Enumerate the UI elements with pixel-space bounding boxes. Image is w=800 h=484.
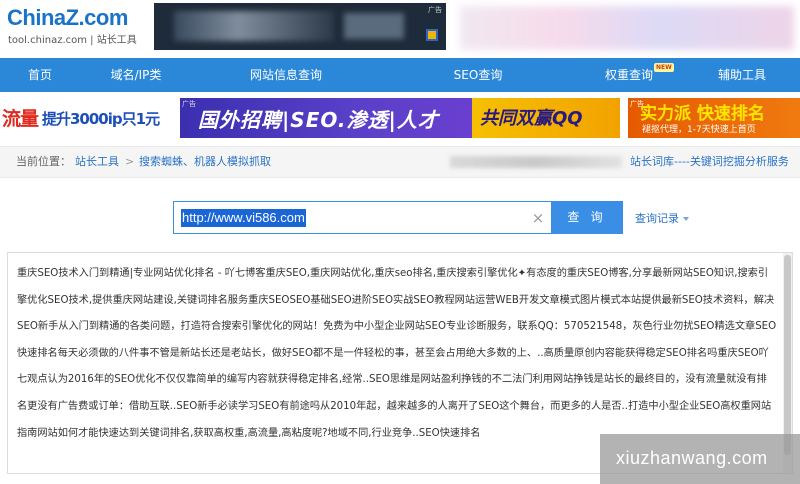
banner-left-rest: 提升3000ip只1元 — [42, 110, 160, 128]
nav-item-site-info[interactable]: 网站信息查询 — [246, 58, 326, 92]
keyword-service-link[interactable]: 站长词库----关键词挖掘分析服务 — [630, 147, 789, 177]
ranking-ad-banner[interactable]: 广告 实力派 快速排名 褪抠代理，1-7天快速上首页 — [628, 98, 800, 138]
search-input[interactable]: http://www.vi586.com — [181, 209, 306, 227]
breadcrumb-home-link[interactable]: 站长工具 — [75, 147, 119, 177]
site-header: ChinaZ.com tool.chinaz.com | 站长工具 广告 — [0, 0, 800, 56]
breadcrumb-separator: > — [125, 155, 135, 168]
ad-blurred-content — [174, 11, 334, 41]
ad-tag: 广告 — [428, 6, 442, 14]
nav-item-home[interactable]: 首页 — [22, 58, 58, 92]
top-right-blurred-ad[interactable] — [460, 6, 794, 50]
breadcrumb: 当前位置： 站长工具 > 搜索蜘蛛、机器人模拟抓取 站长词库----关键词挖掘分… — [0, 146, 800, 178]
watermark: xiuzhanwang.com — [600, 434, 800, 484]
scrollbar-thumb[interactable] — [784, 255, 791, 455]
logo-subtitle: tool.chinaz.com | 站长工具 — [8, 35, 137, 46]
new-badge: NEW — [654, 63, 674, 72]
cube-icon — [426, 29, 438, 41]
query-history-dropdown[interactable]: 查询记录 — [635, 210, 689, 226]
banner-right-main: 实力派 快速排名 — [640, 104, 765, 124]
banner-mid-text: 国外招聘|SEO.渗透|人才 — [198, 108, 439, 132]
ad-blurred-content — [344, 13, 404, 39]
watermark-text: xiuzhanwang.com — [616, 448, 768, 468]
banner-right-sub: 褪抠代理，1-7天快速上首页 — [642, 125, 756, 135]
chinaz-logo[interactable]: ChinaZ.com tool.chinaz.com | 站长工具 — [7, 5, 147, 47]
banner-mid-highlight: 共同双赢QQ — [480, 108, 583, 129]
nav-item-domain-ip[interactable]: 域名/IP类 — [104, 58, 168, 92]
banner-left-big: 流量 — [2, 108, 39, 130]
blurred-text — [450, 156, 622, 168]
breadcrumb-label: 当前位置： — [16, 155, 71, 168]
top-ad-banner[interactable]: 广告 — [154, 3, 446, 50]
nav-item-weight[interactable]: 权重查询 — [601, 58, 657, 92]
ad-tag: 广告 — [182, 100, 196, 108]
breadcrumb-current[interactable]: 搜索蜘蛛、机器人模拟抓取 — [139, 147, 271, 177]
crawl-result-text: 重庆SEO技术入门到精通|专业网站优化排名 - 吖七博客重庆SEO,重庆网站优化… — [17, 268, 777, 439]
nav-item-tools[interactable]: 辅助工具 — [714, 58, 770, 92]
traffic-ad-banner[interactable]: 流量 提升3000ip只1元 — [0, 100, 174, 136]
recruit-ad-banner[interactable]: 广告 国外招聘|SEO.渗透|人才 共同双赢QQ — [180, 98, 620, 138]
logo-text: ChinaZ.com — [7, 5, 128, 30]
nav-item-seo[interactable]: SEO查询 — [450, 58, 506, 92]
url-search-box: http://www.vi586.com × — [173, 201, 552, 234]
query-button[interactable]: 查 询 — [551, 201, 623, 234]
close-icon[interactable]: × — [530, 209, 546, 227]
chevron-down-icon — [683, 217, 689, 221]
main-nav: 首页 域名/IP类 网站信息查询 SEO查询 权重查询 NEW 辅助工具 — [0, 58, 800, 92]
query-history-label: 查询记录 — [635, 212, 679, 225]
